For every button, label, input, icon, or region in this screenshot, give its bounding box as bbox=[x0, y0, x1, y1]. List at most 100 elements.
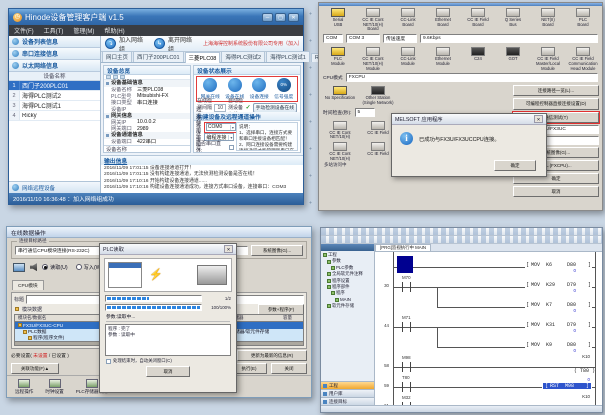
instruction[interactable]: [MOVK29D79]0 bbox=[525, 282, 592, 293]
tree-item-软元件存储[interactable]: 软元件存储 bbox=[323, 303, 373, 309]
ethernet-board-icon[interactable]: Ethernet Board bbox=[426, 8, 460, 32]
sidebar-panel-1[interactable]: 串口连接信息 bbox=[9, 48, 100, 60]
title-bar[interactable]: ◷ Hinode设备管理客户端 v1.5 ─ ▢ ✕ bbox=[9, 9, 303, 25]
close-dialog-button[interactable]: 关闭 bbox=[271, 363, 307, 374]
device-manager-window: ◷ Hinode设备管理客户端 v1.5 ─ ▢ ✕ 文件(F)工具(T)管理(… bbox=[8, 8, 304, 205]
tab-2[interactable]: 三菱PLC08 bbox=[185, 52, 221, 63]
leave-group-button[interactable]: ↳ 离开网络组 bbox=[154, 35, 196, 53]
related-functions-button[interactable]: 关联功能(F)▲ bbox=[11, 363, 59, 374]
menu-item[interactable]: 工具(T) bbox=[39, 26, 69, 35]
auto-close-checkbox[interactable] bbox=[106, 359, 111, 364]
nav-tab-用户库[interactable]: 用户库 bbox=[321, 389, 374, 397]
speed-value[interactable]: 9.6Kbps bbox=[420, 34, 598, 43]
melsoft-ok-button[interactable]: 确定 bbox=[494, 160, 536, 171]
close-button[interactable]: ✕ bbox=[288, 13, 299, 22]
cc-ie-field-icon[interactable]: CC IE Field bbox=[361, 142, 395, 161]
contact-M71[interactable]: M71 bbox=[402, 322, 411, 332]
auto-detect-checkbox[interactable]: ✓ bbox=[246, 104, 251, 111]
cc-ie-cont-net-10-h-board-icon[interactable]: CC IE Cont NET/10(H) Board bbox=[356, 8, 390, 32]
tab-cpu-module[interactable]: CPU模块 bbox=[12, 280, 44, 290]
contact-T80[interactable]: T80 bbox=[402, 382, 411, 392]
cc-link-board-icon[interactable]: CC-Link Board bbox=[391, 8, 425, 32]
contact-M70[interactable]: M70 bbox=[402, 282, 411, 292]
project-tree[interactable]: 工程参数PLC参数全局软元件注释程序设置程序部件程序MAIN软元件存储 bbox=[321, 251, 374, 381]
monitor-value: 0 bbox=[526, 348, 591, 353]
timer-coil[interactable]: K10( T84 )0 bbox=[573, 394, 596, 405]
q-series-bus-icon[interactable]: Q Series Bus bbox=[496, 8, 530, 32]
maximize-button[interactable]: ▢ bbox=[275, 13, 286, 22]
direct-serial-checkbox[interactable] bbox=[229, 145, 234, 150]
contact-M98[interactable]: M98 bbox=[402, 362, 411, 372]
cc-ie-cont-net-10-h-module-icon[interactable]: CC IE Cont NET/10(H) Module bbox=[356, 47, 390, 71]
cc-ie-cont-net-10-h--icon[interactable]: CC IE Cont NET/10(H) bbox=[323, 121, 357, 140]
cc-ie-cont-net-10-h--icon[interactable]: CC IE Cont NET/10(H) bbox=[323, 142, 357, 161]
net-ii-board-icon[interactable]: NET(II) Board bbox=[531, 8, 565, 32]
folder-icon bbox=[327, 285, 331, 289]
menu-item[interactable]: 管理(M) bbox=[68, 26, 99, 35]
param-program-button[interactable]: 参数+程序(F) bbox=[258, 304, 304, 315]
ladder-canvas[interactable]: [MOVK6D80]030M70[MOVK29D79]0[MOVK7D80]04… bbox=[375, 252, 602, 405]
contact-M32[interactable]: M32 bbox=[402, 402, 411, 405]
cc-ie-field-master-local-module-icon[interactable]: CC IE Field Master/Local Module bbox=[531, 47, 565, 71]
tool-时钟设置[interactable]: 时钟设置 bbox=[45, 379, 63, 395]
nav-tab-工程[interactable]: 工程 bbox=[321, 381, 374, 389]
tab-0[interactable]: 网口主页 bbox=[102, 51, 132, 62]
cancel-button[interactable]: 取消 bbox=[513, 186, 599, 197]
no-specification-icon[interactable]: No Specification bbox=[323, 86, 357, 105]
com-port-value[interactable]: COM 3 bbox=[346, 34, 380, 43]
cc-link-module-icon[interactable]: CC-Link Module bbox=[391, 47, 425, 71]
instruction[interactable]: [MOVK6D80]0 bbox=[525, 262, 592, 273]
tab-4[interactable]: 海得PLC测试1 bbox=[266, 51, 310, 62]
minimize-button[interactable]: ─ bbox=[262, 13, 273, 22]
melsoft-dialog-title-bar[interactable]: MELSOFT 应用程序 ✕ bbox=[392, 114, 546, 125]
plc-board-icon[interactable]: PLC Board bbox=[566, 8, 600, 32]
time-check-input[interactable]: 5 bbox=[355, 108, 375, 117]
instruction[interactable]: [MOVK31D79]0 bbox=[525, 322, 592, 333]
other-station-single-network--icon[interactable]: Other Station (Single Network) bbox=[361, 86, 395, 105]
c24-icon[interactable]: C24 bbox=[461, 47, 495, 71]
ladder-cursor[interactable] bbox=[397, 256, 413, 273]
cc-ie-field-communication-head-module-icon[interactable]: CC IE Field Communication Head Module bbox=[566, 47, 600, 71]
instruction[interactable]: [MOVK9D80]0 bbox=[525, 342, 592, 353]
device-row[interactable]: 3海得PLC测试1 bbox=[9, 101, 100, 111]
mode-radio-0[interactable]: 读取(U) bbox=[42, 264, 68, 271]
serial-usb-icon[interactable]: Serial USB bbox=[321, 8, 355, 32]
rst-instruction[interactable]: [RSTM98] bbox=[542, 383, 592, 389]
device-row[interactable]: 2海得PLC测试2 bbox=[9, 91, 100, 101]
got-icon[interactable]: GOT bbox=[496, 47, 530, 71]
system-image-button[interactable]: 系统图像(G)... bbox=[251, 245, 303, 256]
nav-tab-连接目标[interactable]: 连接目标 bbox=[321, 397, 374, 405]
direct-connection-setting-button[interactable]: 可编程控制器直接连接设置(D) bbox=[513, 98, 599, 109]
tab-3[interactable]: 海得PLC测试2 bbox=[221, 51, 265, 62]
progress-result-list[interactable]: 程序 : 完了参数 : 读取中 bbox=[105, 324, 231, 356]
cc-ie-field-icon[interactable]: CC IE Field bbox=[361, 121, 395, 140]
rung-number: 30 bbox=[375, 283, 389, 288]
com-select[interactable]: COM0 ▾ bbox=[206, 123, 236, 131]
close-icon[interactable]: ✕ bbox=[534, 115, 543, 123]
navigation-toolbar[interactable] bbox=[321, 244, 374, 251]
cc-ie-field-board-icon[interactable]: CC IE Field Board bbox=[461, 8, 495, 32]
sidebar-panel-0[interactable]: 设备列表信息 bbox=[9, 36, 100, 48]
interval-input[interactable]: 10 bbox=[214, 104, 226, 112]
connection-path-list-button[interactable]: 连接路径一览(L)... bbox=[513, 85, 599, 96]
menu-item[interactable]: 文件(F) bbox=[9, 26, 39, 35]
ladder-toolbar-row1[interactable] bbox=[321, 228, 602, 236]
sidebar-item-network-remote[interactable]: 网络远程设备 bbox=[9, 181, 100, 193]
document-tab[interactable]: [PRG]监视执行中 MAIN bbox=[375, 244, 431, 251]
progress-title-bar[interactable]: PLC读取 ✕ bbox=[100, 244, 236, 255]
tab-1[interactable]: 西门子200PLC01 bbox=[133, 51, 184, 62]
refresh-button[interactable]: 更新为最新的信息(R) bbox=[237, 350, 307, 361]
output-log[interactable]: 2016/11/09 17:01:15 设备连接通道打开！2016/11/09 … bbox=[101, 165, 303, 193]
progress-cancel-button[interactable]: 取消 bbox=[146, 366, 190, 377]
device-row[interactable]: 1西门子200PLC01 bbox=[9, 81, 100, 91]
plc-module-icon[interactable]: PLC Module bbox=[321, 47, 355, 71]
ladder-toolbar-row2[interactable] bbox=[321, 236, 602, 244]
join-group-button[interactable]: ↴ 加入网络组 bbox=[105, 35, 147, 53]
online-title-bar[interactable]: 在线数据操作 bbox=[7, 227, 311, 238]
close-icon[interactable]: ✕ bbox=[224, 245, 233, 253]
ethernet-module-icon[interactable]: Ethernet Module bbox=[426, 47, 460, 71]
instruction[interactable]: [MOVK7D80]0 bbox=[525, 302, 592, 313]
device-row[interactable]: 4Ricky bbox=[9, 111, 100, 121]
sidebar-panel-2[interactable]: 以太网络信息 bbox=[9, 60, 100, 72]
tool-远程操作[interactable]: 远程操作 bbox=[15, 379, 33, 395]
